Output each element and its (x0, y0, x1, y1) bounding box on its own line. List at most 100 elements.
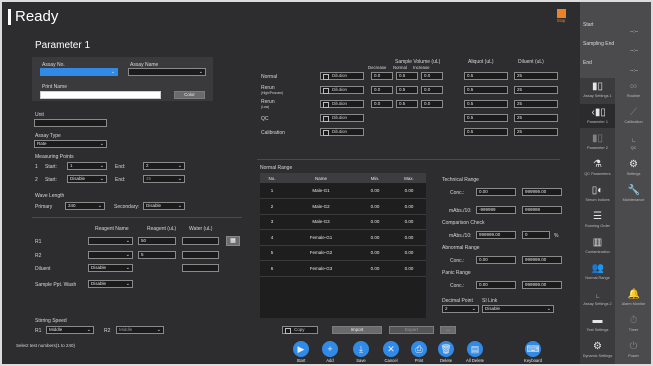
nav-parameter-1[interactable]: ‹▮▯ Parameter 1 (580, 104, 615, 128)
nav-assay-settings-1[interactable]: ▮▯ Assay Settings 1 (580, 78, 615, 102)
sv-normal-diluent[interactable]: 25 (514, 72, 558, 80)
stir-r1-select[interactable]: Middle ⌄ (46, 326, 94, 334)
decimal-point-select[interactable]: 2 ⌄ (442, 305, 479, 313)
nav-contamination[interactable]: ▥ Contamination (580, 234, 615, 258)
sv-rerun-high-diluent[interactable]: 25 (514, 86, 558, 94)
reagent-info-button[interactable]: ▦ (226, 236, 240, 246)
nav-dynamic-settings[interactable]: ⚙ Dynamic Settings (580, 338, 615, 362)
nav-serum-indices[interactable]: ▯◐ Serum Indices (580, 182, 615, 206)
sv-normal-increase[interactable]: 0.0 (421, 72, 443, 80)
sv-rerun-high-increase[interactable]: 0.0 (421, 86, 443, 94)
sv-rerun-low-aliquot[interactable]: 0.5 (464, 100, 508, 108)
copy-checkbox[interactable]: Copy (282, 326, 318, 334)
delete-button[interactable]: 🗑 Delete (436, 341, 456, 363)
sv-rerun-high-decrease[interactable]: 0.0 (371, 86, 393, 94)
panic-max[interactable]: 999999.00 (522, 281, 562, 289)
r1-ul-input[interactable]: 50 (138, 237, 176, 245)
save-button[interactable]: ⤓ Save (351, 341, 371, 363)
sv-normal-aliquot[interactable]: 0.5 (464, 72, 508, 80)
stop-button[interactable]: Stop (553, 9, 569, 23)
nav-maintenance[interactable]: 🔧 Maintenance (616, 182, 651, 206)
nav-alarm-monitor[interactable]: 🔔 Alarm Monitor (616, 286, 651, 310)
sv-calibration-diluent[interactable]: 25 (514, 128, 558, 136)
start-button[interactable]: ▶ Start (291, 341, 311, 363)
sv-qc-diluent[interactable]: 25 (514, 114, 558, 122)
unit-input[interactable] (34, 119, 107, 127)
sv-rerun-low-increase[interactable]: 0.0 (421, 100, 443, 108)
nav-qc-parameters[interactable]: ⚗ QC Parameters (580, 156, 615, 180)
dilution-checkbox[interactable]: Dilution (320, 86, 364, 94)
abn-min[interactable]: 0.00 (476, 256, 516, 264)
keyboard-button[interactable]: ⌨ Keyboard (520, 341, 546, 363)
dilution-checkbox[interactable]: Dilution (320, 114, 364, 122)
sv-rerun-high-normal[interactable]: 0.5 (396, 86, 418, 94)
table-row[interactable]: 3 Male-G3 0.00 0.00 (260, 214, 426, 230)
diluent-water-input[interactable] (182, 264, 219, 272)
dilution-checkbox[interactable]: Dilution (320, 72, 364, 80)
sv-normal-normal[interactable]: 0.5 (396, 72, 418, 80)
nav-timer[interactable]: ⏱ Timer (616, 312, 651, 336)
sample-wash-select[interactable]: Disable ⌄ (88, 280, 133, 288)
mp2-end-select[interactable]: 35 ⌄ (143, 175, 185, 183)
mp2-start-select[interactable]: Disable ⌄ (67, 175, 107, 183)
comp-value[interactable]: 999999.00 (476, 231, 516, 239)
sv-rerun-low-normal[interactable]: 0.5 (396, 100, 418, 108)
add-button[interactable]: + Add (320, 341, 340, 363)
table-row[interactable]: 1 Male-G1 0.00 0.00 (260, 183, 426, 199)
tech-mabs-min[interactable]: -999999 (476, 206, 516, 214)
more-button[interactable]: ... (440, 326, 456, 334)
stir-r2-select[interactable]: Middle ⌄ (116, 326, 164, 334)
r1-water-input[interactable] (182, 237, 219, 245)
nav-assay-settings-2[interactable]: ⌞ Assay Settings 2 (580, 286, 615, 310)
nav-power[interactable]: ⏻ Power (616, 338, 651, 362)
r2-ul-input[interactable]: 5 (138, 251, 176, 259)
nav-calibration[interactable]: ⟋ Calibration (616, 104, 651, 128)
stir-r1-label: R1 (35, 328, 42, 334)
dilution-checkbox[interactable]: Dilution (320, 100, 364, 108)
sv-calibration-aliquot[interactable]: 0.5 (464, 128, 508, 136)
panic-min[interactable]: 0.00 (476, 281, 516, 289)
diluent-select[interactable]: Disable ⌄ (88, 264, 133, 272)
nav-test-settings[interactable]: ▬ Test Settings (580, 312, 615, 336)
si-link-select[interactable]: Disable ⌄ (482, 305, 554, 313)
wavelength-label: Wave Length (35, 193, 65, 199)
nav-routine[interactable]: ∞ Routine (616, 78, 651, 102)
sv-rerun-low-diluent[interactable]: 25 (514, 100, 558, 108)
r1-name-select[interactable]: ⌄ (88, 237, 133, 245)
sv-normal-decrease[interactable]: 0.0 (371, 72, 393, 80)
r2-water-input[interactable] (182, 251, 219, 259)
print-name-input[interactable] (40, 91, 161, 99)
r2-name-select[interactable]: ⌄ (88, 251, 133, 259)
sv-rerun-low-decrease[interactable]: 0.0 (371, 100, 393, 108)
import-button[interactable]: Import (332, 326, 382, 334)
tech-conc-max[interactable]: 999999.00 (522, 188, 562, 196)
dilution-checkbox[interactable]: Dilution (320, 128, 364, 136)
abn-max[interactable]: 999999.00 (522, 256, 562, 264)
sv-qc-aliquot[interactable]: 0.5 (464, 114, 508, 122)
tech-conc-min[interactable]: 0.00 (476, 188, 516, 196)
table-row[interactable]: 6 Female-G3 0.00 0.00 (260, 260, 426, 277)
nav-normal-range[interactable]: 👥 Normal Range (580, 260, 615, 284)
export-button[interactable]: Export (389, 326, 434, 334)
cancel-button[interactable]: ✕ Cancel (381, 341, 401, 363)
nav-parameter-2[interactable]: ▮▯ Parameter 2 (580, 130, 615, 154)
nav-running-order[interactable]: ☰ Running Order (580, 208, 615, 232)
table-row[interactable]: 5 Female-G2 0.00 0.00 (260, 245, 426, 261)
comp-pct[interactable]: 0 (522, 231, 550, 239)
nav-qc[interactable]: ⌞ QC (616, 130, 651, 154)
assay-name-select[interactable]: ⌄ (128, 68, 206, 76)
table-row[interactable]: 2 Male-G2 0.00 0.00 (260, 198, 426, 215)
color-button[interactable]: Color (174, 91, 205, 99)
print-button[interactable]: ⎙ Print (409, 341, 429, 363)
table-row[interactable]: 4 Female-G1 0.00 0.00 (260, 229, 426, 246)
primary-select[interactable]: 340 ⌄ (65, 202, 105, 210)
mp1-end-select[interactable]: 2 ⌄ (143, 162, 185, 170)
sv-rerun-high-aliquot[interactable]: 0.5 (464, 86, 508, 94)
secondary-select[interactable]: Disable ⌄ (143, 202, 185, 210)
nav-settings[interactable]: ⚙ Settings (616, 156, 651, 180)
tech-mabs-max[interactable]: 999999 (522, 206, 562, 214)
all-delete-button[interactable]: ▤ All Delete (463, 341, 487, 363)
assay-type-select[interactable]: Rate ⌄ (34, 140, 107, 148)
mp1-start-select[interactable]: 1 ⌄ (67, 162, 107, 170)
assay-no-select[interactable]: ⌄ (40, 68, 118, 76)
